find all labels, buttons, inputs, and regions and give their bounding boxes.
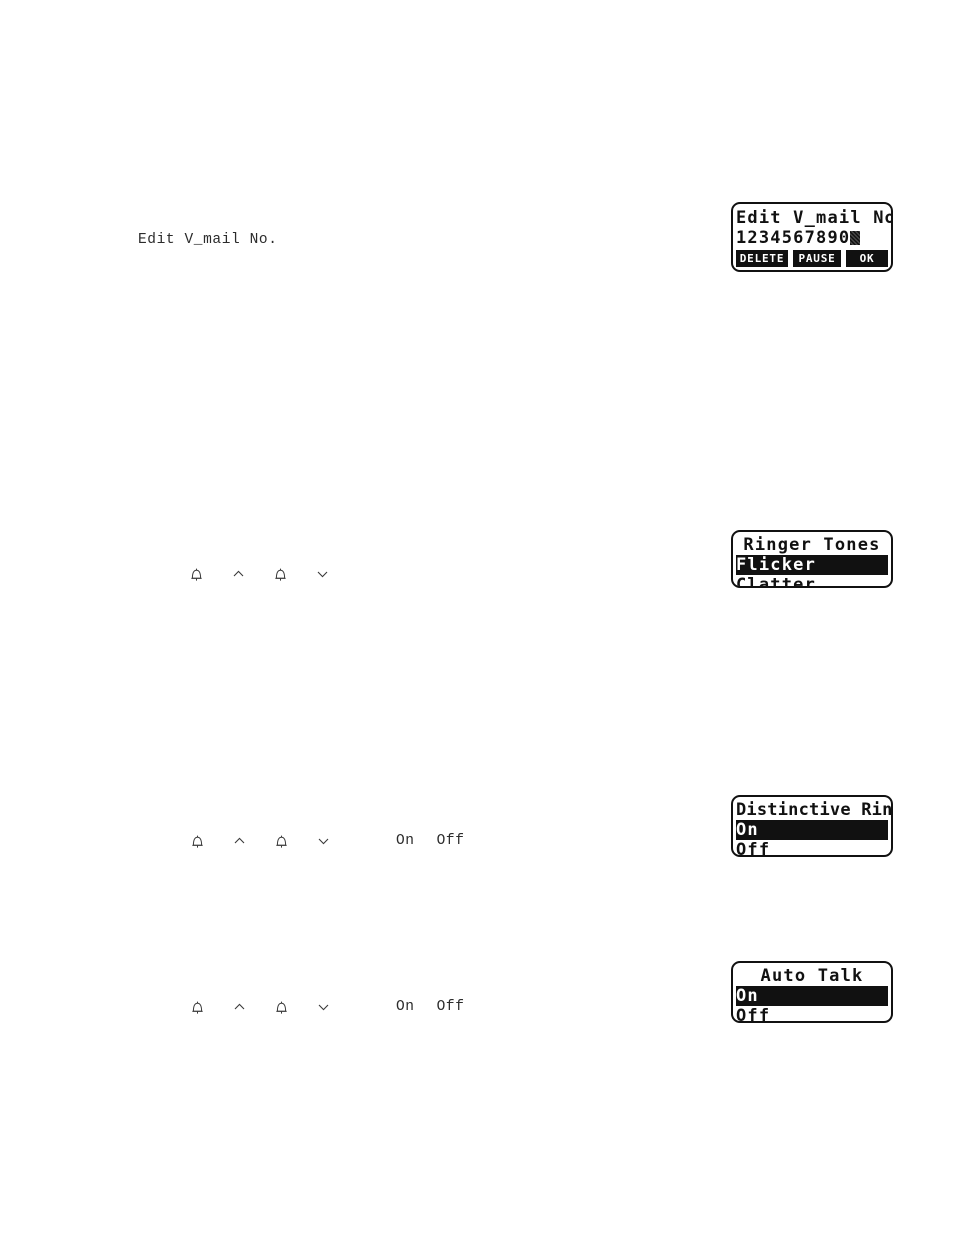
chevron-up-icon xyxy=(228,830,250,852)
lcd-screen-ringer-tones: Ringer Tones Flicker Clatter BACK OK xyxy=(731,530,893,588)
bell-icon xyxy=(185,563,207,585)
bell-icon xyxy=(186,996,208,1018)
lcd-entry-line: 1234567890 xyxy=(736,228,888,248)
lcd-entry-value: 1234567890 xyxy=(736,228,851,248)
ringer-tones-key-sequence xyxy=(185,563,333,585)
bell-icon xyxy=(270,830,292,852)
lcd-softkey-bar: DELETE PAUSE OK xyxy=(736,250,888,267)
lcd-title: Auto Talk xyxy=(760,966,864,986)
chevron-up-icon xyxy=(228,996,250,1018)
lcd-menu-item[interactable]: Off xyxy=(736,840,888,855)
chevron-up-icon xyxy=(227,563,249,585)
distinctive-ring-key-sequence: On Off xyxy=(186,830,465,852)
option-on-label: On xyxy=(396,999,415,1015)
lcd-title: Ringer Tones xyxy=(743,535,881,555)
option-off-label: Off xyxy=(436,999,465,1015)
lcd-menu-item[interactable]: Clatter xyxy=(736,575,888,586)
edit-vmail-label: Edit V_mail No. xyxy=(138,232,278,248)
softkey-pause[interactable]: PAUSE xyxy=(793,250,841,267)
lcd-menu-item-selected[interactable]: Flicker xyxy=(736,555,888,575)
softkey-delete[interactable]: DELETE xyxy=(736,250,788,267)
lcd-menu-item-selected[interactable]: On xyxy=(736,820,888,840)
auto-talk-key-sequence: On Off xyxy=(186,996,465,1018)
lcd-title: Distinctive Ring xyxy=(736,800,893,820)
chevron-down-icon xyxy=(312,996,334,1018)
lcd-menu-item[interactable]: Off xyxy=(736,1006,888,1021)
option-on-label: On xyxy=(396,833,415,849)
bell-icon xyxy=(270,996,292,1018)
chevron-down-icon xyxy=(312,830,334,852)
softkey-ok[interactable]: OK xyxy=(846,250,888,267)
lcd-screen-auto-talk: Auto Talk On Off BACK OK xyxy=(731,961,893,1023)
text-cursor xyxy=(850,231,861,245)
lcd-title: Edit V_mail No. xyxy=(736,208,893,228)
bell-icon xyxy=(186,830,208,852)
lcd-screen-distinctive-ring: Distinctive Ring On Off BACK OK xyxy=(731,795,893,857)
option-off-label: Off xyxy=(436,833,465,849)
chevron-down-icon xyxy=(311,563,333,585)
lcd-menu-item-selected[interactable]: On xyxy=(736,986,888,1006)
lcd-screen-edit-vmail-no: Edit V_mail No. 1234567890 DELETE PAUSE … xyxy=(731,202,893,272)
bell-icon xyxy=(269,563,291,585)
